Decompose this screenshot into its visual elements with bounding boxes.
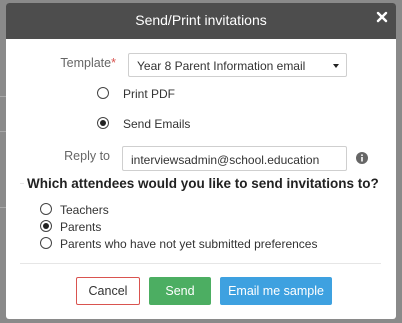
template-label-text: Template	[60, 56, 112, 70]
parents-radio[interactable]	[40, 220, 52, 232]
caret-down-icon	[333, 64, 339, 68]
dialog-header: Send/Print invitations	[6, 3, 396, 39]
template-label: Template*	[48, 56, 116, 70]
template-selected-value: Year 8 Parent Information email	[137, 59, 306, 73]
send-print-invitations-dialog: Send/Print invitations Template* Year 8 …	[6, 3, 396, 319]
template-select[interactable]: Year 8 Parent Information email	[128, 53, 347, 77]
reply-to-input[interactable]: interviewsadmin@school.education	[122, 146, 347, 171]
teachers-label: Teachers	[60, 203, 109, 217]
teachers-radio[interactable]	[40, 203, 52, 215]
parents-label: Parents	[60, 220, 102, 234]
print-pdf-radio[interactable]	[97, 87, 109, 99]
reply-to-label: Reply to	[64, 149, 110, 163]
reply-to-value: interviewsadmin@school.education	[131, 153, 320, 167]
email-me-sample-button[interactable]: Email me sample	[220, 277, 332, 305]
footer-divider	[20, 263, 381, 264]
print-pdf-label: Print PDF	[123, 87, 176, 101]
close-icon[interactable]	[376, 11, 388, 23]
cancel-button[interactable]: Cancel	[76, 277, 140, 305]
dialog-title: Send/Print invitations	[135, 12, 267, 28]
send-emails-radio[interactable]	[97, 117, 109, 129]
send-button[interactable]: Send	[149, 277, 211, 305]
attendees-question: Which attendees would you like to send i…	[24, 176, 382, 191]
info-icon[interactable]	[356, 152, 368, 164]
parents-no-preferences-radio[interactable]	[40, 237, 52, 249]
send-emails-label: Send Emails	[123, 117, 191, 131]
parents-no-preferences-label: Parents who have not yet submitted prefe…	[60, 237, 318, 251]
required-marker: *	[111, 56, 116, 70]
